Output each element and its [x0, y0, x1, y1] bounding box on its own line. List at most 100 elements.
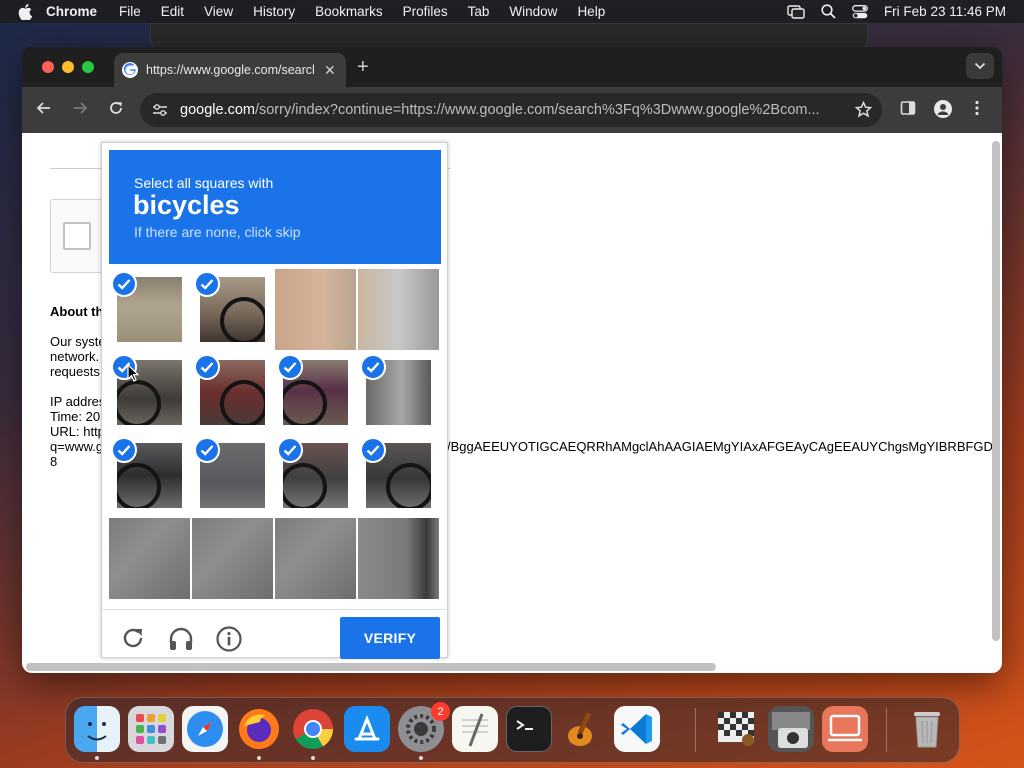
- query-line: q=www.g: [50, 439, 104, 454]
- forward-icon[interactable]: [72, 100, 88, 116]
- verify-button[interactable]: VERIFY: [340, 617, 440, 659]
- reload-icon[interactable]: [108, 100, 124, 116]
- screen-mirroring-icon[interactable]: [787, 4, 805, 19]
- image-tile[interactable]: [109, 269, 190, 350]
- image-tile[interactable]: [358, 435, 439, 516]
- recaptcha-challenge: Select all squares with bicycles If ther…: [101, 142, 448, 659]
- image-tile[interactable]: [358, 269, 439, 350]
- menu-bookmarks[interactable]: Bookmarks: [315, 4, 383, 19]
- minimize-window-button[interactable]: [62, 61, 74, 73]
- page-paragraph-line: requests: [50, 364, 100, 379]
- dock-running-indicator: [257, 756, 261, 760]
- image-tile[interactable]: [275, 269, 356, 350]
- audio-challenge-icon[interactable]: [168, 626, 194, 652]
- url-line: URL: http: [50, 424, 105, 439]
- dock-textedit-icon[interactable]: [452, 706, 498, 752]
- dock-separator: [886, 708, 887, 752]
- dock-trash-icon[interactable]: [904, 706, 950, 752]
- dock: 2: [65, 697, 960, 763]
- dock-app-store-icon[interactable]: [344, 706, 390, 752]
- side-panel-icon[interactable]: [900, 100, 916, 116]
- image-tile[interactable]: [109, 352, 190, 433]
- menu-tab[interactable]: Tab: [468, 4, 490, 19]
- more-menu-icon[interactable]: [974, 100, 980, 116]
- image-grid: [109, 269, 441, 601]
- dock-vscode-icon[interactable]: [614, 706, 660, 752]
- address-bar[interactable]: google.com/sorry/index?continue=https://…: [140, 93, 882, 127]
- menu-help[interactable]: Help: [577, 4, 605, 19]
- dock-firefox-icon[interactable]: [236, 706, 282, 752]
- dock-garageband-icon[interactable]: [560, 706, 606, 752]
- tile-selected-check-icon: [277, 437, 303, 463]
- apple-icon[interactable]: [18, 3, 32, 20]
- image-tile[interactable]: [358, 518, 439, 599]
- dock-chess-icon[interactable]: [714, 706, 760, 752]
- recaptcha-checkbox[interactable]: [63, 222, 91, 250]
- dock-screen-sharing-icon[interactable]: [822, 706, 868, 752]
- tile-selected-check-icon: [360, 437, 386, 463]
- tab-google-search[interactable]: https://www.google.com/search?q ✕: [114, 53, 346, 87]
- footer-divider: [102, 609, 447, 610]
- menu-history[interactable]: History: [253, 4, 295, 19]
- image-tile[interactable]: [192, 518, 273, 599]
- background-window: [150, 23, 868, 48]
- dock-launchpad-icon[interactable]: [128, 706, 174, 752]
- image-tile[interactable]: [358, 352, 439, 433]
- tile-selected-check-icon: [360, 354, 386, 380]
- image-tile[interactable]: [275, 352, 356, 433]
- dock-chrome-icon[interactable]: [290, 706, 336, 752]
- tab-search-button[interactable]: [966, 53, 994, 79]
- about-heading: About th: [50, 304, 104, 319]
- search-icon[interactable]: [821, 4, 836, 19]
- tile-image: [275, 269, 356, 350]
- image-tile[interactable]: [192, 352, 273, 433]
- challenge-header: Select all squares with bicycles If ther…: [109, 150, 441, 264]
- tile-selected-check-icon: [194, 437, 220, 463]
- url-host: google.com: [180, 102, 255, 118]
- tab-title: https://www.google.com/search?q: [146, 63, 314, 77]
- tile-selected-check-icon: [277, 354, 303, 380]
- reload-challenge-icon[interactable]: [121, 626, 145, 650]
- dock-image-capture-icon[interactable]: [768, 706, 814, 752]
- info-icon[interactable]: [216, 626, 242, 652]
- time-line: Time: 20: [50, 409, 101, 424]
- image-tile[interactable]: [275, 518, 356, 599]
- tab-close-icon[interactable]: ✕: [324, 62, 336, 79]
- site-settings-icon[interactable]: [152, 103, 168, 117]
- mouse-cursor-icon: [127, 364, 139, 382]
- horizontal-scrollbar[interactable]: [26, 663, 716, 671]
- zoom-window-button[interactable]: [82, 61, 94, 73]
- image-tile[interactable]: [192, 269, 273, 350]
- tile-selected-check-icon: [194, 271, 220, 297]
- image-tile[interactable]: [275, 435, 356, 516]
- tile-image: [358, 518, 439, 599]
- url-text: google.com/sorry/index?continue=https://…: [180, 102, 842, 118]
- image-tile[interactable]: [109, 518, 190, 599]
- image-tile[interactable]: [109, 435, 190, 516]
- dock-safari-icon[interactable]: [182, 706, 228, 752]
- bookmark-star-icon[interactable]: [855, 101, 872, 118]
- image-tile[interactable]: [192, 435, 273, 516]
- dock-finder-icon[interactable]: [74, 706, 120, 752]
- menu-profiles[interactable]: Profiles: [403, 4, 448, 19]
- menu-clock[interactable]: Fri Feb 23 11:46 PM: [884, 4, 1006, 19]
- tile-image: [192, 518, 273, 599]
- browser-toolbar: google.com/sorry/index?continue=https://…: [22, 87, 1002, 133]
- tab-strip: https://www.google.com/search?q ✕ +: [22, 47, 1002, 87]
- dock-running-indicator: [311, 756, 315, 760]
- vertical-scrollbar[interactable]: [992, 141, 1000, 641]
- menu-window[interactable]: Window: [509, 4, 557, 19]
- menu-file[interactable]: File: [119, 4, 141, 19]
- dock-system-settings-icon[interactable]: 2: [398, 702, 450, 752]
- menu-app-name[interactable]: Chrome: [46, 4, 97, 19]
- dock-terminal-icon[interactable]: [506, 706, 552, 752]
- menu-view[interactable]: View: [204, 4, 233, 19]
- menu-edit[interactable]: Edit: [161, 4, 184, 19]
- new-tab-icon[interactable]: +: [357, 56, 369, 79]
- tile-selected-check-icon: [111, 271, 137, 297]
- back-icon[interactable]: [36, 100, 52, 116]
- challenge-target: bicycles: [133, 190, 240, 220]
- control-center-icon[interactable]: [851, 4, 868, 19]
- close-window-button[interactable]: [42, 61, 54, 73]
- profile-icon[interactable]: [934, 100, 952, 118]
